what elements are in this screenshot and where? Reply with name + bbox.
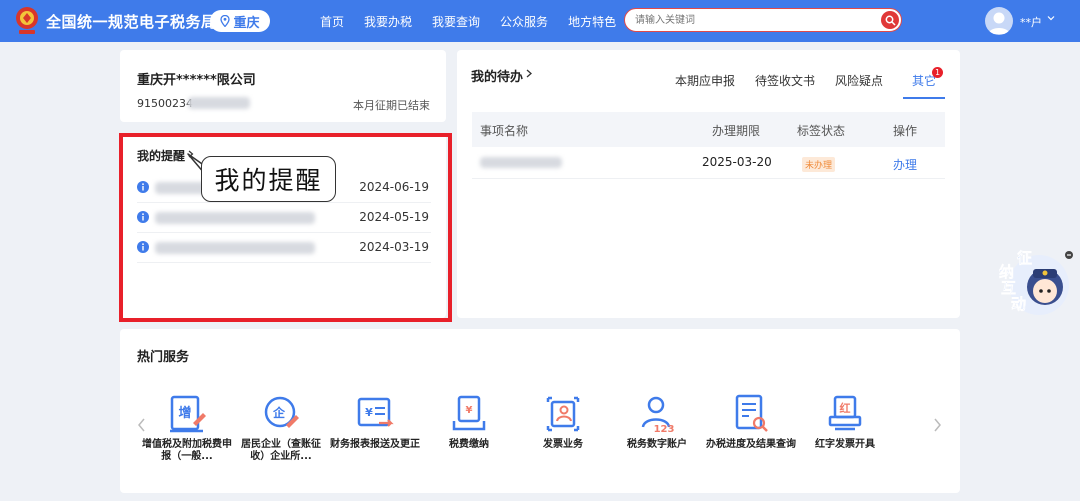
digital-account-icon: 123 xyxy=(641,396,675,435)
red-invoice-icon: 红 xyxy=(828,395,862,431)
company-card: 重庆开******限公司 91500234 本月征期已结束 xyxy=(120,50,446,122)
chat-assistant-widget[interactable]: 征纳互动 xyxy=(993,247,1073,319)
table-header: 事项名称 办理期限 标签状态 操作 xyxy=(472,112,945,147)
svg-text:企: 企 xyxy=(272,405,286,420)
info-icon xyxy=(137,181,149,193)
service-digital-account[interactable]: 123 税务数字账户 xyxy=(612,393,702,451)
invoice-business-icon xyxy=(546,396,580,432)
status-badge: 未办理 xyxy=(802,157,836,172)
table-row: 2025-03-20 未办理 办理 xyxy=(472,147,945,179)
tab-risk-doubts[interactable]: 风险疑点 xyxy=(835,72,883,99)
item-name-redaction xyxy=(480,157,562,168)
nav-local-feature[interactable]: 地方特色 xyxy=(568,13,616,30)
reminder-date: 2024-03-19 xyxy=(359,240,429,254)
service-tax-payment[interactable]: ¥ 税费缴纳 xyxy=(424,393,514,451)
city-selector[interactable]: 重庆 xyxy=(210,10,270,32)
period-status: 本月征期已结束 xyxy=(353,99,430,112)
callout-label: 我的提醒 xyxy=(201,156,336,202)
column-header: 办理期限 xyxy=(712,124,761,138)
reminder-item[interactable]: 2024-03-19 xyxy=(137,233,431,263)
user-avatar[interactable] xyxy=(985,7,1013,35)
search-button[interactable] xyxy=(881,11,899,29)
reminder-title[interactable]: 我的提醒 xyxy=(137,147,185,164)
tax-id-redaction xyxy=(188,97,250,109)
handle-link[interactable]: 办理 xyxy=(893,156,917,173)
site-title: 全国统一规范电子税务局 xyxy=(46,13,217,31)
deadline: 2025-03-20 xyxy=(702,155,772,169)
info-icon xyxy=(137,241,149,253)
financial-report-icon: ¥ xyxy=(357,397,394,427)
chevron-right-icon[interactable] xyxy=(525,69,533,78)
progress-query-icon xyxy=(735,394,768,432)
todo-table: 事项名称 办理期限 标签状态 操作 2025-03-20 未办理 办理 xyxy=(472,112,945,179)
service-progress-query[interactable]: 办税进度及结果查询 xyxy=(706,393,796,451)
nav-do-tax[interactable]: 我要办税 xyxy=(364,13,412,30)
user-avatar-icon xyxy=(988,12,1010,34)
service-financial-report[interactable]: ¥ 财务报表报送及更正 xyxy=(330,393,420,451)
tax-payment-icon: ¥ xyxy=(452,395,486,431)
column-header: 事项名称 xyxy=(480,124,529,138)
location-pin-icon xyxy=(220,15,231,27)
tab-pending-documents[interactable]: 待签收文书 xyxy=(755,72,815,99)
city-label: 重庆 xyxy=(233,15,260,31)
svg-text:¥: ¥ xyxy=(365,406,373,419)
top-header: 全国统一规范电子税务局 重庆 首页 我要办税 我要查询 公众服务 地方特色 **… xyxy=(0,0,1080,42)
user-name[interactable]: **户 xyxy=(1020,14,1042,30)
tax-id: 91500234 xyxy=(137,97,193,110)
service-label: 居民企业（查账征收）企业所... xyxy=(241,439,321,462)
tax-emblem-icon xyxy=(16,7,38,34)
search-icon xyxy=(885,15,896,26)
main-nav: 首页 我要办税 我要查询 公众服务 地方特色 xyxy=(320,13,636,30)
vat-return-icon: 增 xyxy=(170,395,206,433)
services-card: 热门服务 增 增值税及附加税费申报（一般... 企 居民企业（查账征收）企业所.… xyxy=(120,329,960,493)
service-label: 发票业务 xyxy=(543,439,583,450)
company-name: 重庆开******限公司 xyxy=(137,73,256,88)
tab-current-declaration[interactable]: 本期应申报 xyxy=(675,72,735,99)
service-label: 财务报表报送及更正 xyxy=(330,439,420,450)
service-vat-return[interactable]: 增 增值税及附加税费申报（一般... xyxy=(142,393,232,463)
assistant-mascot-icon: 征纳互动 xyxy=(999,249,1073,315)
svg-text:增: 增 xyxy=(178,405,191,421)
column-header: 标签状态 xyxy=(797,124,846,138)
svg-text:123: 123 xyxy=(654,424,675,435)
reminder-date: 2024-06-19 xyxy=(359,180,429,194)
reminder-text-redaction xyxy=(155,242,315,254)
service-label: 红字发票开具 xyxy=(815,439,875,450)
info-icon xyxy=(137,211,149,223)
todo-tabs: 本期应申报 待签收文书 风险疑点 其它 1 xyxy=(655,67,945,99)
notification-badge: 1 xyxy=(932,67,943,78)
todo-card: 我的待办 本期应申报 待签收文书 风险疑点 其它 1 事项名称 办理期限 标签状… xyxy=(457,50,960,318)
nav-home[interactable]: 首页 xyxy=(320,13,344,30)
service-enterprise-tax[interactable]: 企 居民企业（查账征收）企业所... xyxy=(236,393,326,463)
service-label: 增值税及附加税费申报（一般... xyxy=(142,439,232,462)
svg-text:红: 红 xyxy=(840,401,851,415)
enterprise-tax-icon: 企 xyxy=(264,396,299,428)
services-title: 热门服务 xyxy=(137,350,190,365)
nav-public-service[interactable]: 公众服务 xyxy=(500,13,548,30)
search-input[interactable] xyxy=(635,12,875,28)
tab-other[interactable]: 其它 1 xyxy=(902,67,945,99)
reminder-item[interactable]: 2024-05-19 xyxy=(137,203,431,233)
reminder-text-redaction xyxy=(155,212,315,224)
column-header: 操作 xyxy=(893,124,918,138)
nav-query[interactable]: 我要查询 xyxy=(432,13,480,30)
search-box xyxy=(624,8,902,32)
service-label: 税务数字账户 xyxy=(627,439,687,450)
svg-text:¥: ¥ xyxy=(466,405,473,416)
todo-title[interactable]: 我的待办 xyxy=(471,66,523,85)
service-red-invoice[interactable]: 红 红字发票开具 xyxy=(800,393,890,451)
chevron-right-icon[interactable] xyxy=(932,417,942,433)
service-label: 办税进度及结果查询 xyxy=(706,439,796,450)
reminder-date: 2024-05-19 xyxy=(359,210,429,224)
service-label: 税费缴纳 xyxy=(449,439,489,450)
service-invoice-business[interactable]: 发票业务 xyxy=(518,393,608,451)
chevron-down-icon[interactable] xyxy=(1046,13,1056,23)
